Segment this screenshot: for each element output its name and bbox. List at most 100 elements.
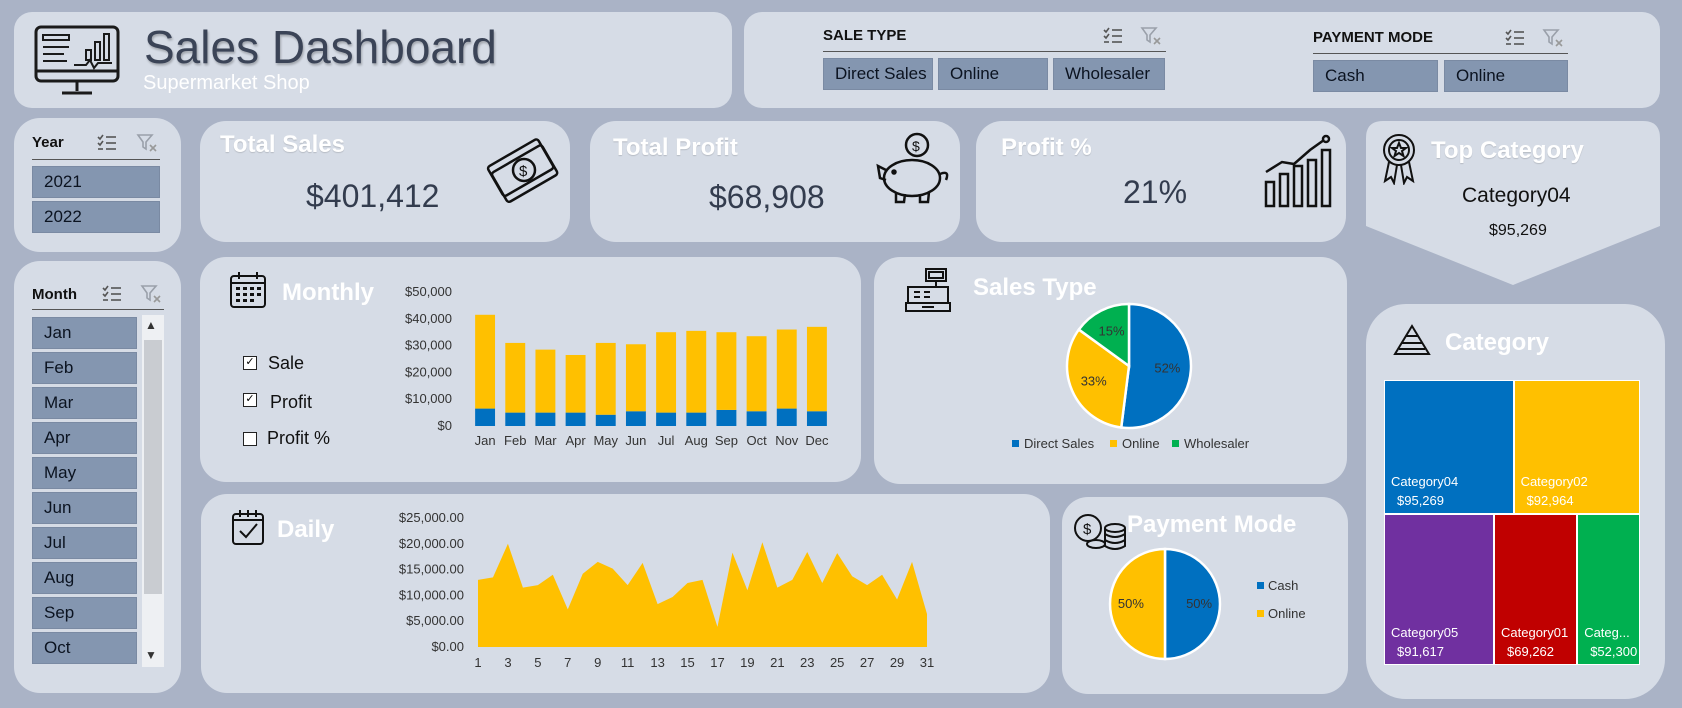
month-jul[interactable]: Jul [32,527,137,559]
x-tick-label: 27 [860,655,874,670]
clear-filter-icon[interactable] [136,133,158,153]
scroll-up-arrow[interactable]: ▲ [145,318,157,332]
bar-apr-s0 [565,412,586,426]
y-tick-label: $50,000 [405,284,452,299]
x-tick-label: 5 [534,655,541,670]
bar-sep-s0 [716,409,737,426]
legend-swatch [1012,440,1019,447]
x-tick-label: 17 [710,655,724,670]
daily-title: Daily [277,516,335,543]
x-tick-label: 11 [621,655,635,670]
total-profit-value: $68,908 [709,179,825,215]
total-sales-value: $401,412 [306,178,440,214]
payment-mode-online[interactable]: Online [1444,60,1568,92]
bar-apr-s1 [565,354,586,413]
calendar-icon [230,272,266,308]
x-tick-label: 31 [920,655,934,670]
slicer-divider [32,309,164,310]
scroll-down-arrow[interactable]: ▼ [145,648,157,662]
y-tick-label: $5,000.00 [406,613,464,628]
payment-mode-pie-chart: 50% 50% Cash Online [1108,547,1306,661]
page-title: Sales Dashboard [144,21,497,73]
multi-select-icon[interactable] [101,284,123,304]
multi-select-icon[interactable] [1102,26,1124,46]
piggy-bank-icon: $ [876,132,949,204]
clear-filter-icon[interactable] [1542,28,1564,48]
month-apr[interactable]: Apr [32,422,137,454]
sale-type-direct-sales[interactable]: Direct Sales [823,58,933,90]
treemap-tile-value: $91,617 [1397,643,1444,659]
treemap-tile-value: $92,964 [1526,492,1574,508]
sale-type-online[interactable]: Online [938,58,1048,90]
svg-text:$: $ [519,163,528,180]
x-tick-label: 1 [474,655,481,670]
clear-filter-icon[interactable] [140,284,162,304]
checkbox-sale[interactable]: ✓ [243,356,257,370]
pie-data-label: 33% [1081,373,1107,388]
sales-type-pie-chart: 52% 33% 15% Direct Sales Online Wholesaler [1012,302,1250,451]
profit-pct-value: 21% [1123,174,1188,210]
growth-chart-icon [1264,134,1332,208]
bar-jun-s1 [625,344,646,412]
y-tick-label: $20,000 [405,364,452,379]
payment-mode-cash[interactable]: Cash [1313,60,1438,92]
month-sep[interactable]: Sep [32,597,137,629]
x-tick-label: Jan [475,433,496,448]
month-scrollbar-thumb[interactable] [144,340,162,594]
checkbox-profit-label: Profit [270,392,313,412]
multi-select-icon[interactable] [1504,28,1526,48]
year-2021[interactable]: 2021 [32,166,160,198]
month-may[interactable]: May [32,457,137,489]
checkbox-profit-pct[interactable] [243,432,257,446]
x-tick-label: 3 [504,655,511,670]
x-tick-label: Jun [625,433,646,448]
month-jun[interactable]: Jun [32,492,137,524]
bar-may-s0 [595,414,616,426]
legend-swatch [1257,610,1264,617]
y-tick-label: $25,000.00 [399,510,464,525]
slicer-divider [823,51,1166,52]
treemap-tile-2: Category02 $92,964 [1513,380,1640,514]
y-tick-label: $15,000.00 [399,562,464,577]
x-tick-label: 21 [770,655,784,670]
bar-dec-s1 [806,326,827,412]
x-tick-label: Nov [775,433,799,448]
clear-filter-icon[interactable] [1140,26,1162,46]
x-tick-label: 9 [594,655,601,670]
multi-select-icon[interactable] [96,133,118,153]
month-jan[interactable]: Jan [32,317,137,349]
y-tick-label: $10,000 [405,391,452,406]
month-mar[interactable]: Mar [32,387,137,419]
year-2022[interactable]: 2022 [32,201,160,233]
legend-label: Online [1268,606,1306,621]
bar-jul-s0 [656,412,677,426]
checkbox-profit[interactable]: ✓ [243,393,257,407]
y-tick-label: $20,000.00 [399,536,464,551]
pie-data-label: 50% [1186,596,1212,611]
month-slicer-title: Month [32,286,77,303]
treemap-tile-label: Category05 [1391,624,1459,640]
pie-data-label: 15% [1099,324,1125,339]
bar-sep-s1 [716,332,737,410]
month-feb[interactable]: Feb [32,352,137,384]
legend-label: Online [1122,436,1160,451]
month-aug[interactable]: Aug [32,562,137,594]
y-tick-label: $40,000 [405,311,452,326]
sale-type-wholesaler[interactable]: Wholesaler [1053,58,1165,90]
month-oct[interactable]: Oct [32,632,137,664]
svg-text:$: $ [912,138,920,154]
x-tick-label: 7 [564,655,571,670]
total-sales-label: Total Sales [220,131,345,158]
calendar-check-icon [232,510,264,545]
top-category-label: Top Category [1431,137,1584,164]
bar-mar-s1 [535,349,556,413]
x-tick-label: May [593,433,618,448]
y-tick-label: $0 [438,418,452,433]
checkbox-profit-pct-label: Profit % [267,428,331,448]
x-tick-label: Apr [565,433,586,448]
bar-feb-s0 [505,412,526,426]
pie-data-label: 50% [1118,596,1144,611]
cash-register-icon [905,268,951,312]
treemap-tile-4: Category01 $69,262 [1494,513,1578,665]
x-tick-label: 19 [740,655,754,670]
